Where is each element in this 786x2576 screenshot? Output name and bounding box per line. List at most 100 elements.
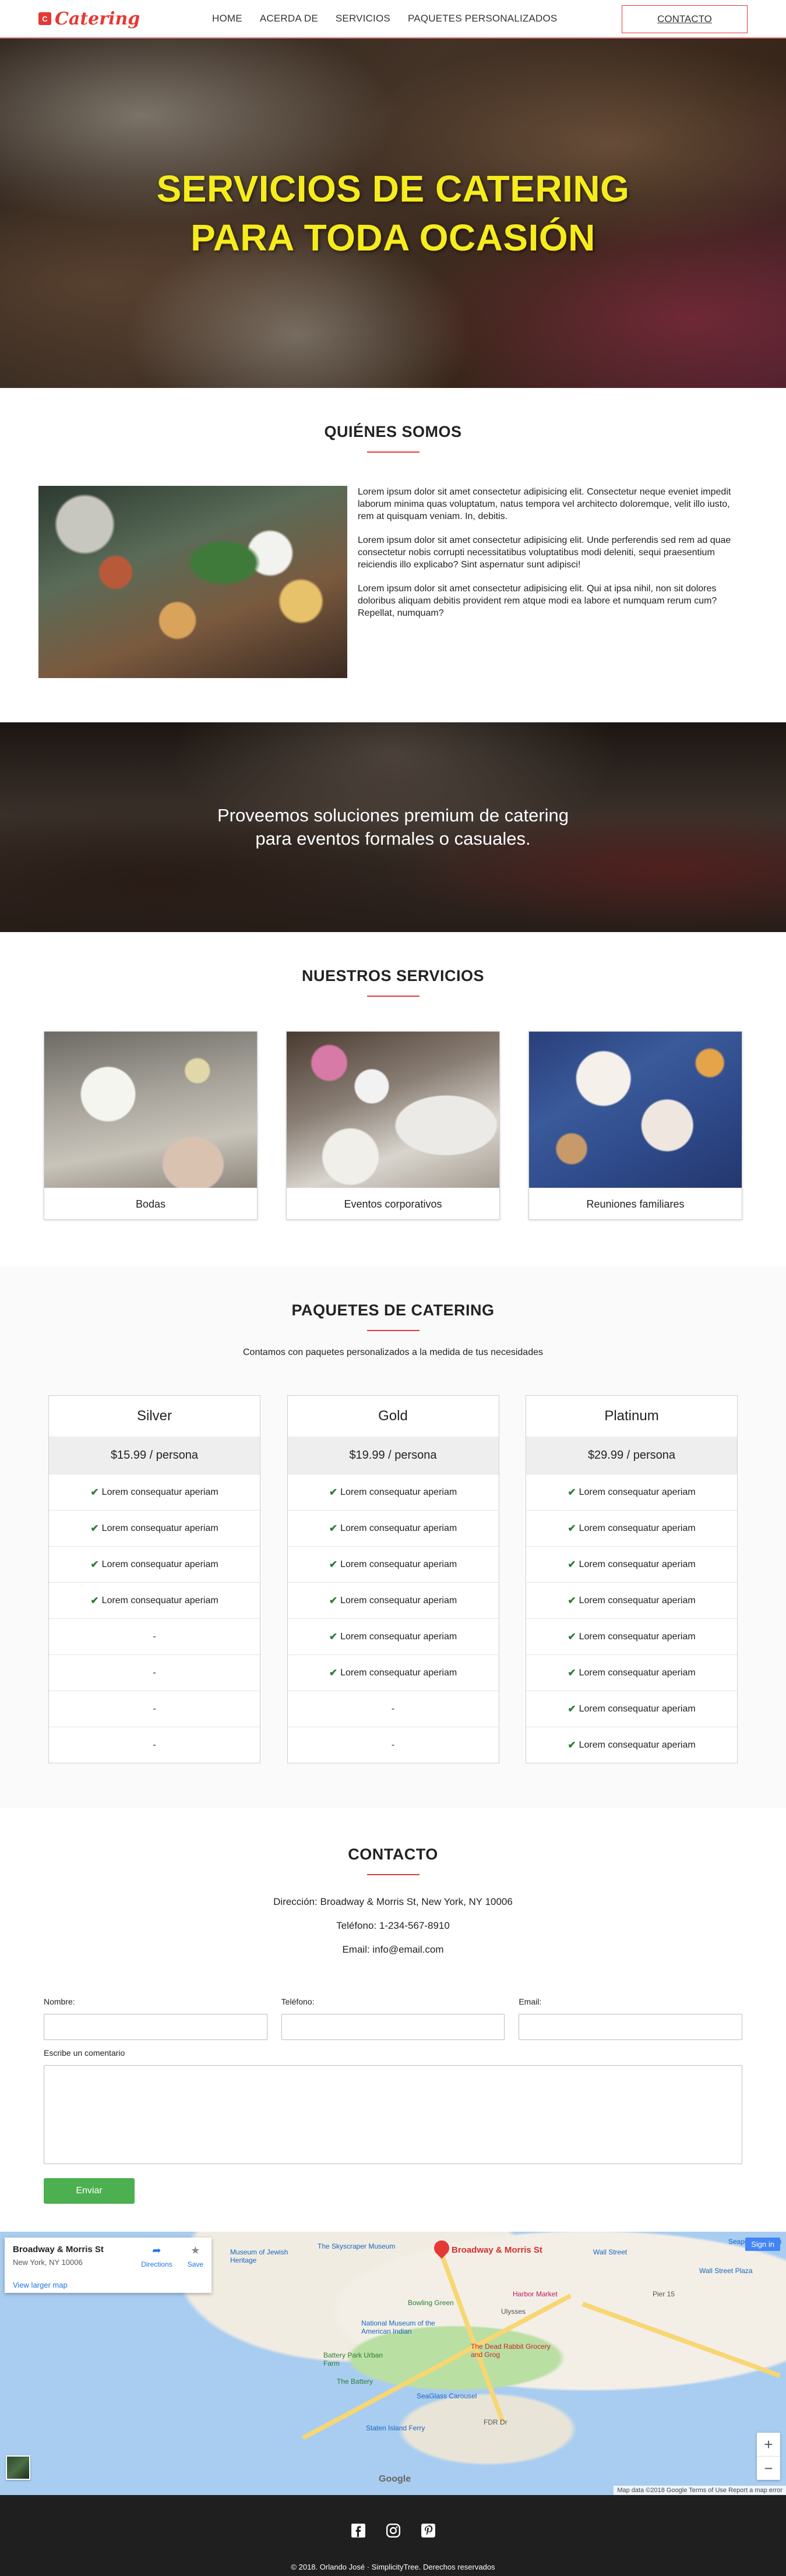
- package-feature: -: [49, 1618, 260, 1654]
- check-icon: ✔: [90, 1558, 99, 1570]
- package-feature: ✔ Lorem consequatur aperiam: [287, 1510, 499, 1546]
- phone-field[interactable]: [281, 2014, 505, 2040]
- map-poi[interactable]: Staten Island Ferry: [366, 2424, 425, 2432]
- package-name: Gold: [378, 1408, 408, 1424]
- pinterest-icon[interactable]: [420, 2522, 437, 2539]
- footer: © 2018. Orlando José · SimplicityTree. D…: [0, 2495, 786, 2576]
- package-feature-text: Lorem consequatur aperiam: [101, 1559, 218, 1569]
- service-card-reuniones[interactable]: Reuniones familiares: [528, 1031, 742, 1220]
- package-feature: ✔ Lorem consequatur aperiam: [287, 1546, 499, 1582]
- check-icon: ✔: [568, 1558, 576, 1570]
- about-text: Lorem ipsum dolor sit amet consectetur a…: [358, 486, 748, 678]
- nav-home[interactable]: HOME: [212, 13, 242, 24]
- package-card-platinum[interactable]: Platinum $29.99 / persona ✔ Lorem consequat…: [526, 1395, 738, 1763]
- instagram-icon[interactable]: [385, 2522, 402, 2539]
- package-feature-text: Lorem consequatur aperiam: [340, 1523, 457, 1533]
- social-links: [0, 2522, 786, 2539]
- contact-title: CONTACTO: [348, 1845, 438, 1863]
- map-poi[interactable]: Pier 15: [653, 2290, 675, 2298]
- email-field[interactable]: [519, 2014, 743, 2040]
- map-road: [581, 2302, 781, 2378]
- name-label: Nombre:: [44, 1997, 75, 2006]
- package-feature: ✔ Lorem consequatur aperiam: [526, 1582, 737, 1618]
- package-feature-text: -: [153, 1667, 156, 1678]
- check-icon: ✔: [568, 1667, 576, 1678]
- nav-servicios[interactable]: SERVICIOS: [336, 13, 390, 24]
- package-card-silver[interactable]: Silver $15.99 / persona ✔ Lorem consequatur…: [48, 1395, 260, 1763]
- comment-field[interactable]: [44, 2065, 742, 2164]
- send-button[interactable]: Enviar: [44, 2178, 135, 2204]
- zoom-in-button[interactable]: +: [757, 2433, 780, 2456]
- google-logo: Google: [379, 2474, 411, 2484]
- map-poi[interactable]: The Battery: [337, 2377, 373, 2386]
- logo-icon: C: [38, 12, 51, 25]
- nav-acerca-de[interactable]: ACERDA DE: [260, 13, 318, 24]
- map-poi[interactable]: The Dead Rabbit Grocery and Grog: [471, 2342, 558, 2359]
- map-poi[interactable]: The Skyscraper Museum: [318, 2242, 395, 2250]
- package-feature: ✔ Lorem consequatur aperiam: [287, 1618, 499, 1654]
- contact-section: CONTACTO Dirección: Broadway & Morris St…: [0, 1808, 786, 2232]
- services-title: NUESTROS SERVICIOS: [301, 967, 485, 984]
- packages-section: PAQUETES DE CATERING Contamos con paquet…: [0, 1266, 786, 1808]
- satellite-toggle[interactable]: [6, 2455, 30, 2480]
- package-feature-text: Lorem consequatur aperiam: [579, 1631, 696, 1642]
- map-sign-in-button[interactable]: Sign in: [745, 2238, 780, 2251]
- zoom-out-button[interactable]: −: [757, 2457, 780, 2480]
- package-price: $15.99 / persona: [49, 1437, 260, 1474]
- service-card-bodas[interactable]: Bodas: [44, 1031, 258, 1220]
- map-place-card: Broadway & Morris St New York, NY 10006 …: [5, 2238, 212, 2293]
- map-poi[interactable]: Museum of Jewish Heritage: [230, 2248, 300, 2264]
- title-divider: [366, 451, 420, 453]
- map-poi[interactable]: Battery Park Urban Farm: [323, 2351, 399, 2367]
- facebook-icon[interactable]: [350, 2522, 367, 2539]
- service-label: Reuniones familiares: [586, 1198, 685, 1210]
- check-icon: ✔: [90, 1522, 99, 1534]
- save-button[interactable]: ★ Save: [188, 2245, 203, 2268]
- check-icon: ✔: [90, 1594, 99, 1606]
- contact-form: Nombre: Teléfono: Email: Escribe un come…: [44, 1997, 743, 2204]
- directions-button[interactable]: ➦ Directions: [141, 2245, 172, 2268]
- banner-line-2: para eventos formales o casuales.: [255, 828, 531, 849]
- nav-paquetes[interactable]: PAQUETES PERSONALIZADOS: [408, 13, 558, 24]
- package-feature-text: Lorem consequatur aperiam: [340, 1667, 457, 1678]
- map-embed[interactable]: The Skyscraper Museum Wall Street Seapor…: [0, 2232, 786, 2495]
- banner-line-1: Proveemos soluciones premium de catering: [217, 805, 569, 825]
- package-feature-text: -: [153, 1739, 156, 1750]
- check-icon: ✔: [329, 1558, 338, 1570]
- package-feature: ✔ Lorem consequatur aperiam: [49, 1582, 260, 1618]
- package-feature-text: Lorem consequatur aperiam: [340, 1487, 457, 1497]
- logo-text: Catering: [55, 8, 140, 29]
- name-field[interactable]: [44, 2014, 267, 2040]
- contact-button[interactable]: CONTACTO: [622, 5, 748, 33]
- package-feature: ✔ Lorem consequatur aperiam: [526, 1474, 737, 1510]
- service-image-eventos: [287, 1032, 499, 1188]
- package-card-gold[interactable]: Gold $19.99 / persona ✔ Lorem consequatur a…: [287, 1395, 499, 1763]
- check-icon: ✔: [568, 1739, 576, 1751]
- service-card-eventos[interactable]: Eventos corporativos: [286, 1031, 500, 1220]
- map-poi[interactable]: Wall Street: [593, 2248, 627, 2256]
- map-poi[interactable]: Harbor Market: [513, 2290, 558, 2298]
- contact-email: Email: info@email.com: [342, 1944, 444, 1955]
- package-feature: ✔ Lorem consequatur aperiam: [49, 1546, 260, 1582]
- map-poi[interactable]: SeaGlass Carousel: [417, 2392, 498, 2400]
- about-image: [38, 486, 347, 678]
- check-icon: ✔: [329, 1631, 338, 1642]
- package-feature: ✔ Lorem consequatur aperiam: [287, 1582, 499, 1618]
- contact-address: Dirección: Broadway & Morris St, New Yor…: [273, 1896, 513, 1907]
- copyright-text: © 2018. Orlando José · SimplicityTree. D…: [291, 2563, 495, 2571]
- map-poi[interactable]: Bowling Green: [408, 2299, 454, 2307]
- view-larger-map-link[interactable]: View larger map: [13, 2281, 203, 2289]
- package-name: Platinum: [604, 1408, 659, 1424]
- about-paragraph-1: Lorem ipsum dolor sit amet consectetur a…: [358, 487, 731, 521]
- package-feature-text: Lorem consequatur aperiam: [579, 1595, 696, 1605]
- title-divider: [366, 996, 420, 997]
- map-pin-icon[interactable]: [431, 2237, 453, 2259]
- map-poi[interactable]: Ulysses: [501, 2307, 526, 2316]
- logo[interactable]: C Catering: [38, 9, 178, 29]
- package-feature: ✔ Lorem consequatur aperiam: [526, 1546, 737, 1582]
- map-poi[interactable]: National Museum of the American Indian: [361, 2319, 460, 2335]
- save-label: Save: [187, 2260, 203, 2268]
- hero-title: SERVICIOS DE CATERING PARA TODA OCASIÓN: [157, 164, 630, 262]
- package-feature: ✔ Lorem consequatur aperiam: [526, 1510, 737, 1546]
- map-poi[interactable]: Wall Street Plaza: [699, 2267, 753, 2275]
